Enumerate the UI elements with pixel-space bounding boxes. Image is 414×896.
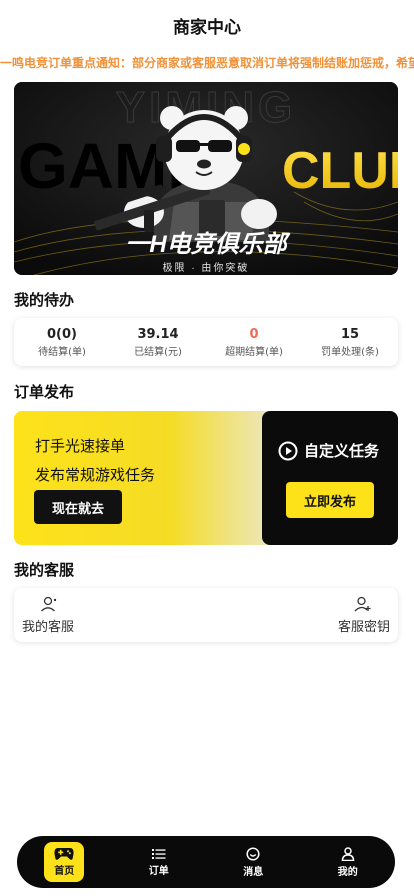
notice-marquee[interactable]: 一鸣电竞订单重点通知：部分商家或客服恶意取消订单将强制结账加惩戒，希望 (0, 52, 414, 74)
quick-order-panel: 打手光速接单 发布常规游戏任务 现在就去 (14, 411, 274, 545)
gamepad-icon (54, 848, 74, 860)
my-service-label: 我的客服 (22, 620, 75, 635)
user-headset-icon (41, 596, 57, 612)
user-icon (341, 846, 355, 861)
todo-section-title: 我的待办 (14, 291, 75, 309)
custom-task-header: 自定义任务 (278, 440, 379, 461)
tab-home[interactable]: 首页 (17, 836, 112, 888)
banner-slogan: 极限 · 由你突破 (163, 261, 250, 274)
todo-card: 0(0) 待结算(单) 39.14 已结算(元) 0 超期结算(单) 15 罚单… (14, 318, 398, 366)
tab-label: 我的 (337, 866, 358, 878)
todo-item-overdue[interactable]: 0 超期结算(单) (206, 318, 302, 366)
page-header: 商家中心 (0, 0, 414, 50)
tab-profile[interactable]: 我的 (301, 836, 396, 888)
todo-value: 0 (249, 326, 259, 342)
todo-value: 0(0) (47, 326, 77, 342)
tab-label: 首页 (54, 866, 75, 877)
service-section-title: 我的客服 (14, 561, 75, 579)
tab-label: 消息 (243, 866, 264, 878)
todo-item-pending[interactable]: 0(0) 待结算(单) (14, 318, 110, 366)
todo-label: 罚单处理(条) (321, 346, 379, 358)
quick-order-headline: 打手光速接单 (35, 437, 126, 455)
bottom-tab-bar: 首页 订单 消息 我的 (17, 836, 395, 888)
custom-task-label: 自定义任务 (304, 442, 380, 460)
service-key-label: 客服密钥 (337, 620, 390, 635)
tab-messages[interactable]: 消息 (206, 836, 301, 888)
banner-artwork: YIMING GAMI CLUB (14, 82, 398, 275)
todo-label: 已结算(元) (134, 346, 182, 358)
banner-club-name: 一H电竞俱乐部 (125, 231, 290, 258)
tab-orders[interactable]: 订单 (112, 836, 207, 888)
my-service-entry[interactable]: 我的客服 (22, 596, 74, 635)
go-now-button[interactable]: 现在就去 (34, 490, 122, 524)
service-card: 我的客服 客服密钥 (14, 588, 398, 642)
banner-word-right: CLUB (282, 142, 398, 200)
service-key-entry[interactable]: 客服密钥 (338, 596, 390, 635)
todo-label: 超期结算(单) (225, 346, 283, 358)
tab-home-highlight: 首页 (44, 842, 85, 882)
list-icon (151, 848, 166, 859)
tab-label: 订单 (148, 865, 169, 877)
todo-label: 待结算(单) (38, 346, 86, 358)
message-smile-icon (246, 846, 260, 861)
user-add-icon (354, 596, 371, 612)
play-circle-icon (278, 441, 298, 460)
todo-item-penalty[interactable]: 15 罚单处理(条) (302, 318, 398, 366)
order-section-title: 订单发布 (14, 383, 75, 401)
todo-item-settled[interactable]: 39.14 已结算(元) (110, 318, 206, 366)
club-banner[interactable]: YIMING GAMI CLUB (14, 82, 398, 275)
custom-task-panel: 自定义任务 立即发布 (262, 411, 398, 545)
page-title: 商家中心 (173, 17, 241, 38)
quick-order-subline: 发布常规游戏任务 (35, 466, 156, 484)
todo-value: 15 (340, 326, 360, 342)
todo-value: 39.14 (137, 326, 179, 342)
publish-now-button[interactable]: 立即发布 (286, 482, 374, 518)
notice-text: 一鸣电竞订单重点通知：部分商家或客服恶意取消订单将强制结账加惩戒，希望 (0, 56, 414, 70)
